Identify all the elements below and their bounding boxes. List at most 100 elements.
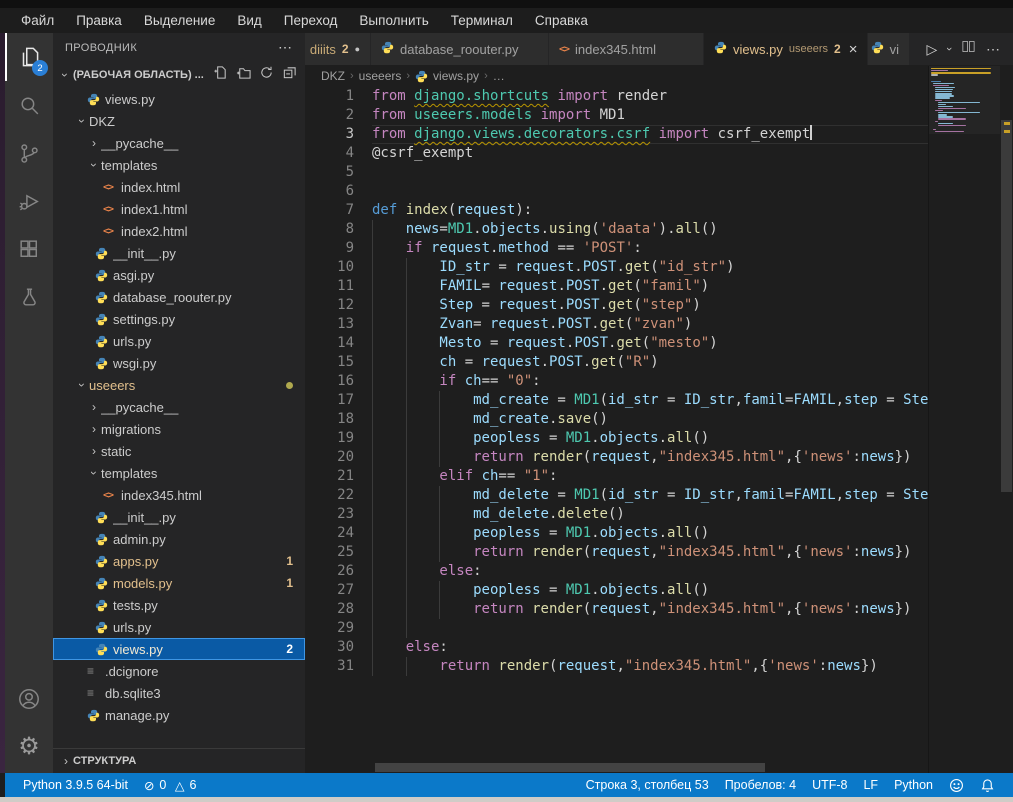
tree-item-templates[interactable]: ›templates (53, 154, 305, 176)
breadcrumb-item-views.py[interactable]: views.py (433, 69, 479, 83)
tab-views.py[interactable]: views.pyuseeers2× (704, 33, 868, 65)
indent-guide (439, 410, 473, 429)
account-icon[interactable] (5, 675, 53, 723)
settings-gear-icon[interactable]: ⚙ (5, 723, 53, 771)
more-actions-icon[interactable]: ⋯ (986, 41, 1001, 58)
tree-item-templates[interactable]: ›templates (53, 462, 305, 484)
html-file-icon: <> (103, 490, 121, 501)
tab-vi[interactable]: vi (868, 33, 910, 65)
collapse-all-icon[interactable] (282, 65, 297, 85)
minimap[interactable] (928, 66, 1000, 773)
tree-item-index345.html[interactable]: <>index345.html (53, 484, 305, 506)
line-numbers-gutter: 1234567891011121314151617181920212223242… (305, 87, 372, 773)
status-LF[interactable]: LF (855, 778, 886, 792)
workspace-section-header[interactable]: › (РАБОЧАЯ ОБЛАСТЬ) ... (53, 62, 305, 88)
status-Python 3.9.5 64-bit[interactable]: Python 3.9.5 64-bit (15, 778, 136, 792)
tree-item-DKZ[interactable]: ›DKZ (53, 110, 305, 132)
tree-item-admin.py[interactable]: admin.py (53, 528, 305, 550)
tree-item-settings.py[interactable]: settings.py (53, 308, 305, 330)
tab-diiits[interactable]: diiits2● (305, 33, 371, 65)
tree-item-useeers[interactable]: ›useeers (53, 374, 305, 396)
breadcrumb-item-DKZ[interactable]: DKZ (321, 69, 345, 83)
tree-item-views.py[interactable]: views.py2 (53, 638, 305, 660)
tree-item-label: __pycache__ (101, 136, 293, 151)
menu-Справка[interactable]: Справка (524, 8, 599, 33)
indent-guide (372, 505, 406, 524)
tree-item-label: views.py (105, 92, 293, 107)
line-number: 2 (305, 106, 354, 125)
line-number: 12 (305, 296, 354, 315)
tree-item-.dcignore[interactable]: ≡.dcignore (53, 660, 305, 682)
python-file-icon (95, 599, 113, 612)
tree-item-__pycache__[interactable]: ›__pycache__ (53, 132, 305, 154)
status-Пробелов: 4[interactable]: Пробелов: 4 (717, 778, 804, 792)
python-file-icon (95, 643, 113, 656)
run-button[interactable]: ▷ (927, 41, 938, 58)
tree-item-db.sqlite3[interactable]: ≡db.sqlite3 (53, 682, 305, 704)
vertical-scrollbar-thumb[interactable] (1001, 120, 1012, 492)
breadcrumb-item-useeers[interactable]: useeers (359, 69, 402, 83)
menu-Выделение[interactable]: Выделение (133, 8, 227, 33)
code-line: return render(request,"index345.html",{'… (372, 657, 928, 676)
tree-item-index1.html[interactable]: <>index1.html (53, 198, 305, 220)
menu-Терминал[interactable]: Терминал (440, 8, 524, 33)
outline-section-header[interactable]: › СТРУКТУРА (53, 748, 305, 773)
search-icon[interactable] (5, 81, 53, 129)
editor-area: diiits2●database_roouter.py<>index345.ht… (305, 33, 1013, 773)
close-icon[interactable]: × (849, 41, 858, 58)
run-debug-icon[interactable] (5, 177, 53, 225)
tree-item-__init__.py[interactable]: __init__.py (53, 506, 305, 528)
tree-item-views.py[interactable]: views.py (53, 88, 305, 110)
tab-label: views.py (733, 42, 783, 57)
explorer-icon[interactable]: 2 (5, 33, 53, 81)
run-dropdown-icon[interactable]: › (943, 47, 955, 51)
tree-item-label: db.sqlite3 (105, 686, 293, 701)
tab-database_roouter.py[interactable]: database_roouter.py (371, 33, 549, 65)
tree-item-tests.py[interactable]: tests.py (53, 594, 305, 616)
refresh-icon[interactable] (259, 65, 274, 85)
status-0[interactable]: ⊘0 △ 6 (136, 778, 204, 793)
indent-guide (372, 562, 406, 581)
source-control-icon[interactable] (5, 129, 53, 177)
tree-item-models.py[interactable]: models.py1 (53, 572, 305, 594)
code-line: Step = request.POST.get("step") (372, 296, 928, 315)
vertical-scrollbar[interactable] (1000, 66, 1013, 773)
new-file-icon[interactable] (213, 65, 228, 85)
tab-index345.html[interactable]: <>index345.html (549, 33, 704, 65)
tree-item-urls.py[interactable]: urls.py (53, 330, 305, 352)
tree-item-asgi.py[interactable]: asgi.py (53, 264, 305, 286)
menu-Правка[interactable]: Правка (65, 8, 133, 33)
code-content[interactable]: from django.shortcuts import renderfrom … (372, 87, 928, 773)
tree-item-__init__.py[interactable]: __init__.py (53, 242, 305, 264)
indent-guide (406, 600, 440, 619)
new-folder-icon[interactable] (236, 65, 251, 85)
breadcrumb-item-…[interactable]: … (493, 69, 505, 83)
status-UTF-8[interactable]: UTF-8 (804, 778, 855, 792)
tree-item-database_roouter.py[interactable]: database_roouter.py (53, 286, 305, 308)
sidebar-more-icon[interactable]: ⋯ (278, 39, 293, 56)
tree-item-__pycache__[interactable]: ›__pycache__ (53, 396, 305, 418)
menu-Выполнить[interactable]: Выполнить (348, 8, 439, 33)
tree-item-manage.py[interactable]: manage.py (53, 704, 305, 726)
status-Python[interactable]: Python (886, 778, 941, 792)
tree-item-index.html[interactable]: <>index.html (53, 176, 305, 198)
split-editor-icon[interactable] (961, 39, 976, 59)
tree-item-urls.py[interactable]: urls.py (53, 616, 305, 638)
bell-icon[interactable] (972, 778, 1003, 793)
tree-item-wsgi.py[interactable]: wsgi.py (53, 352, 305, 374)
testing-icon[interactable] (5, 273, 53, 321)
breadcrumb[interactable]: DKZ›useeers›views.py›… (305, 65, 1013, 87)
status-Строка 3, столбец 53[interactable]: Строка 3, столбец 53 (578, 778, 717, 792)
menu-Вид[interactable]: Вид (226, 8, 272, 33)
horizontal-scrollbar[interactable] (375, 763, 765, 772)
menu-Файл[interactable]: Файл (10, 8, 65, 33)
tree-item-static[interactable]: ›static (53, 440, 305, 462)
tree-item-apps.py[interactable]: apps.py1 (53, 550, 305, 572)
tree-item-migrations[interactable]: ›migrations (53, 418, 305, 440)
extensions-icon[interactable] (5, 225, 53, 273)
python-file-icon (95, 577, 113, 590)
code-line: @csrf_exempt (372, 144, 928, 163)
tree-item-index2.html[interactable]: <>index2.html (53, 220, 305, 242)
feedback-icon[interactable] (941, 778, 972, 793)
menu-Переход[interactable]: Переход (273, 8, 349, 33)
